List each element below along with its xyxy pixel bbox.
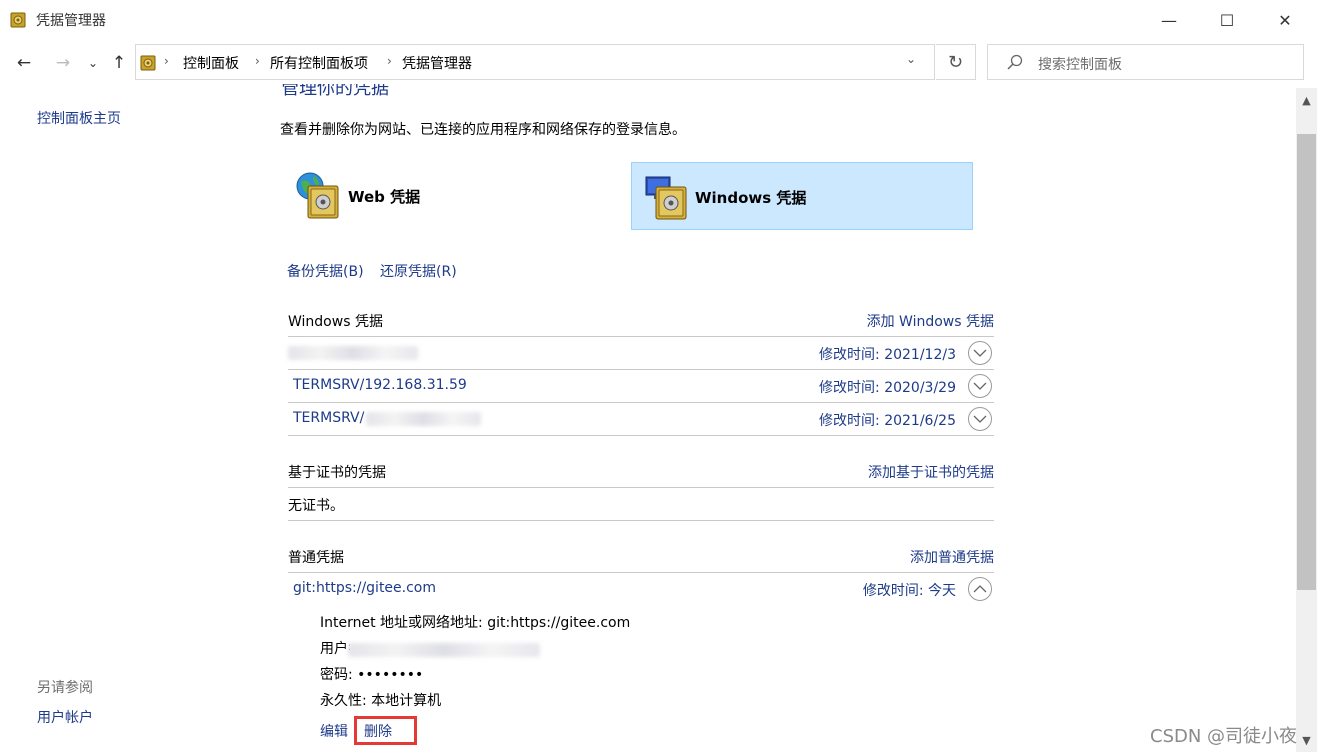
page-title: 管理你的凭据 [281,84,389,99]
credential-name[interactable]: git:https://gitee.com [293,580,436,596]
chevron-down-icon [973,349,987,357]
watermark: CSDN @司徒小夜 [1150,726,1298,747]
credential-modified: 修改时间: 今天 [862,583,956,599]
credential-row[interactable]: 修改时间: 2021/12/3 [288,337,994,370]
minimize-button[interactable]: — [1140,0,1198,40]
breadcrumb-all-items[interactable]: 所有控制面板项 [270,53,368,73]
breadcrumb-credential-manager[interactable]: 凭据管理器 [402,53,472,73]
redacted-text [366,412,481,426]
credential-modified: 修改时间: 2020/3/29 [819,380,956,396]
credential-user: 用户名 [320,641,350,657]
credential-modified: 修改时间: 2021/6/25 [819,413,956,429]
backup-credentials-link[interactable]: 备份凭据(B) [287,261,364,281]
tile-web-label: Web 凭据 [348,188,421,206]
credential-row[interactable]: git:https://gitee.com 修改时间: 今天 [288,573,994,606]
breadcrumb-separator[interactable]: › [387,54,392,68]
window-title: 凭据管理器 [36,13,106,29]
breadcrumb-control-panel[interactable]: 控制面板 [183,53,239,73]
close-button[interactable]: ✕ [1256,0,1314,40]
expand-button[interactable] [968,341,992,365]
divider [288,520,994,521]
add-windows-credential-link[interactable]: 添加 Windows 凭据 [867,311,994,331]
tile-web-credentials[interactable]: Web 凭据 [288,162,630,230]
web-credentials-icon [296,172,339,219]
breadcrumb-separator[interactable]: › [164,54,169,68]
sidebar-see-also-heading: 另请参阅 [37,680,93,696]
expand-button[interactable] [968,374,992,398]
certificate-credentials-header: 基于证书的凭据 添加基于证书的凭据 [288,462,994,488]
credential-address: Internet 地址或网络地址: git:https://gitee.com [320,615,631,631]
page-description: 查看并删除你为网站、已连接的应用程序和网络保存的登录信息。 [280,122,686,138]
address-dropdown-icon[interactable]: ⌄ [906,52,916,66]
edit-credential-link[interactable]: 编辑 [320,721,348,741]
navigation-bar: ← → ⌄ ↑ › 控制面板 › 所有控制面板项 › 凭据管理器 ⌄ ↻ 搜索控… [0,40,1317,86]
chevron-up-icon [973,585,987,593]
credential-name[interactable]: TERMSRV/192.168.31.59 [293,377,467,393]
add-generic-credential-link[interactable]: 添加普通凭据 [910,547,994,567]
section-title: 普通凭据 [288,550,344,566]
scrollbar-thumb[interactable] [1297,134,1316,590]
search-placeholder: 搜索控制面板 [1038,57,1122,73]
credential-row[interactable]: TERMSRV/192.168.31.59 修改时间: 2020/3/29 [288,370,994,403]
credential-vault-icon [10,12,26,28]
windows-credentials-icon [645,176,687,220]
address-bar[interactable]: › 控制面板 › 所有控制面板项 › 凭据管理器 ⌄ [135,44,935,80]
tile-windows-credentials[interactable]: Windows 凭据 [631,162,973,230]
title-bar: 凭据管理器 — ☐ ✕ [0,0,1317,40]
windows-credentials-header: Windows 凭据 添加 Windows 凭据 [288,311,994,337]
forward-button[interactable]: → [52,52,74,74]
chevron-down-icon [973,415,987,423]
scroll-down-button[interactable]: ▼ [1296,728,1317,752]
credential-name[interactable]: TERMSRV/ [293,410,364,426]
credential-modified: 修改时间: 2021/12/3 [819,347,956,363]
redacted-text [288,346,418,360]
sidebar-control-panel-home[interactable]: 控制面板主页 [37,108,121,128]
collapse-button[interactable] [968,577,992,601]
section-title: 基于证书的凭据 [288,465,386,481]
delete-credential-link[interactable]: 删除 [364,721,392,741]
add-certificate-credential-link[interactable]: 添加基于证书的凭据 [868,462,994,482]
generic-credentials-header: 普通凭据 添加普通凭据 [288,547,994,573]
restore-credentials-link[interactable]: 还原凭据(R) [380,261,457,281]
credential-vault-icon [140,55,156,71]
refresh-button[interactable]: ↻ [936,44,976,80]
search-icon [1007,54,1023,70]
chevron-down-icon [973,382,987,390]
redacted-text [348,643,540,657]
sidebar-user-accounts[interactable]: 用户帐户 [37,707,93,727]
no-certificates-text: 无证书。 [288,498,344,514]
recent-locations-button[interactable]: ⌄ [82,52,104,74]
section-title: Windows 凭据 [288,314,383,330]
back-button[interactable]: ← [13,52,35,74]
breadcrumb-separator[interactable]: › [255,54,260,68]
credential-persistence: 永久性: 本地计算机 [320,693,442,709]
up-button[interactable]: ↑ [108,52,130,74]
divider [288,435,994,436]
divider [288,487,994,488]
expand-button[interactable] [968,407,992,431]
credential-row[interactable]: TERMSRV/ 修改时间: 2021/6/25 [288,403,994,436]
tile-windows-label: Windows 凭据 [695,189,807,207]
search-input[interactable]: 搜索控制面板 [987,44,1304,80]
scroll-up-button[interactable]: ▲ [1296,88,1317,112]
maximize-button[interactable]: ☐ [1198,0,1256,40]
credential-password: 密码: •••••••• [320,667,424,683]
